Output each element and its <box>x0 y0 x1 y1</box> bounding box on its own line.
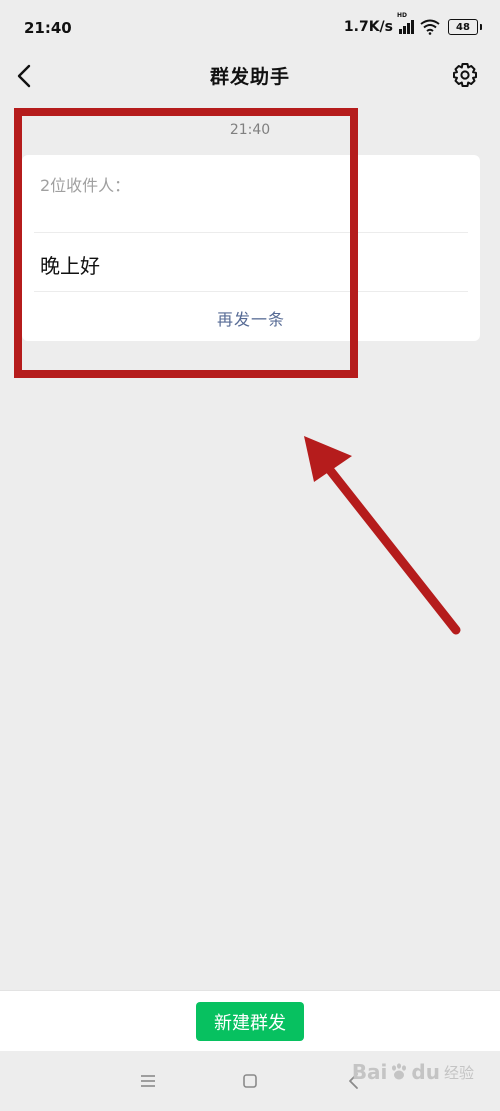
home-icon <box>243 1074 257 1088</box>
new-broadcast-button[interactable]: 新建群发 <box>196 1002 304 1041</box>
gear-icon <box>453 63 477 87</box>
network-speed: 1.7K/s <box>343 19 393 35</box>
watermark-sub: 经验 <box>443 1063 474 1082</box>
menu-button[interactable] <box>136 1069 160 1093</box>
settings-button[interactable] <box>450 60 480 90</box>
nav-bar: 群发助手 <box>0 56 500 96</box>
page-title: 群发助手 <box>209 66 290 88</box>
paw-icon <box>392 1063 407 1080</box>
menu-icon <box>141 1075 155 1087</box>
status-icons: 1.7K/s HD 48 <box>343 12 482 35</box>
watermark: Bai du 经验 <box>352 1060 474 1084</box>
watermark-brand-b: du <box>411 1060 440 1084</box>
watermark-brand-a: Bai <box>351 1060 388 1084</box>
highlight-box <box>14 108 358 378</box>
signal-icon: HD <box>397 12 414 34</box>
status-bar: 21:40 1.7K/s HD 48 <box>0 0 500 56</box>
home-button[interactable] <box>238 1069 262 1093</box>
status-time: 21:40 <box>24 19 72 37</box>
annotation-arrow-icon <box>304 436 461 635</box>
hd-label: HD <box>397 12 408 19</box>
battery-icon: 48 <box>448 19 482 35</box>
bottom-action-bar: 新建群发 <box>0 990 500 1052</box>
wifi-icon <box>420 19 440 35</box>
